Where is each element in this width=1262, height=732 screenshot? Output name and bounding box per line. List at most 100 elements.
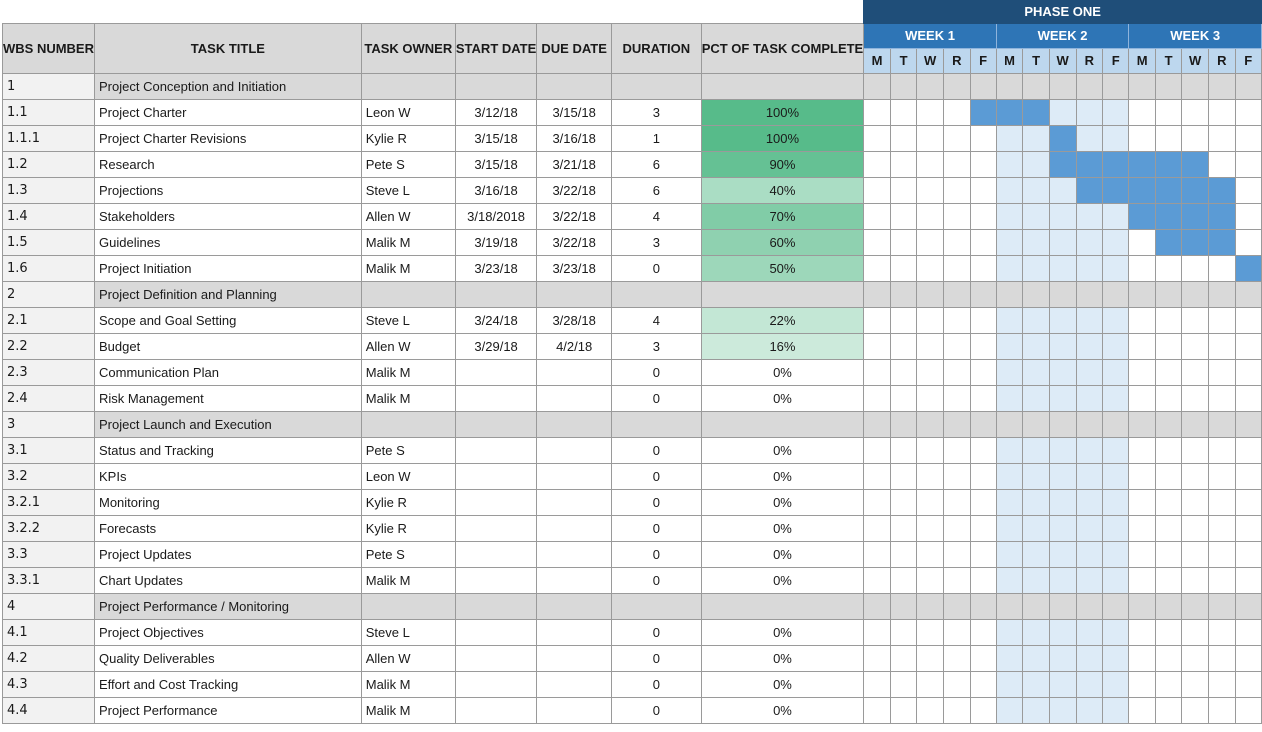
day-header[interactable]: F (1102, 47, 1130, 74)
gantt-cell[interactable] (1022, 670, 1050, 698)
cell-wbs[interactable]: 1.1.1 (2, 124, 95, 152)
gantt-cell[interactable] (943, 176, 971, 204)
gantt-cell[interactable] (916, 228, 945, 256)
gantt-cell[interactable] (863, 176, 891, 204)
gantt-cell[interactable] (1208, 280, 1236, 308)
cell-wbs[interactable]: 4.3 (2, 670, 95, 698)
gantt-cell[interactable] (1181, 436, 1210, 464)
cell-duration[interactable]: 0 (611, 254, 702, 282)
gantt-cell[interactable] (863, 540, 891, 568)
gantt-cell[interactable] (995, 280, 1024, 308)
gantt-cell[interactable] (1102, 488, 1130, 516)
gantt-cell[interactable] (943, 280, 971, 308)
cell-duration[interactable]: 0 (611, 644, 702, 672)
cell-duration[interactable]: 3 (611, 98, 702, 126)
cell-task-owner[interactable]: Allen W (360, 202, 456, 230)
gantt-cell[interactable] (1102, 436, 1130, 464)
cell-task-title[interactable]: Project Charter (94, 98, 362, 126)
gantt-cell[interactable] (995, 566, 1024, 594)
gantt-cell[interactable] (1022, 280, 1050, 308)
gantt-cell[interactable] (1022, 540, 1050, 568)
cell-task-title[interactable]: Quality Deliverables (94, 644, 362, 672)
cell-duration[interactable]: 0 (611, 358, 702, 386)
cell-due-date[interactable] (536, 514, 612, 542)
gantt-cell[interactable] (1075, 358, 1104, 386)
gantt-bar-cell[interactable] (1075, 176, 1104, 204)
cell-pct-complete[interactable]: 22% (700, 306, 865, 334)
cell-start-date[interactable] (454, 384, 538, 412)
gantt-cell[interactable] (889, 436, 918, 464)
cell-duration[interactable]: 0 (611, 514, 702, 542)
cell-due-date[interactable] (536, 436, 612, 464)
cell-duration[interactable]: 6 (611, 150, 702, 178)
gantt-cell[interactable] (916, 72, 945, 100)
gantt-cell[interactable] (889, 540, 918, 568)
gantt-cell[interactable] (943, 566, 971, 594)
gantt-cell[interactable] (1128, 436, 1156, 464)
gantt-cell[interactable] (969, 670, 997, 698)
cell-due-date[interactable]: 3/15/18 (536, 98, 612, 126)
cell-due-date[interactable]: 4/2/18 (536, 332, 612, 360)
cell-due-date[interactable] (536, 592, 612, 620)
gantt-cell[interactable] (1048, 462, 1077, 490)
gantt-cell[interactable] (995, 202, 1024, 230)
cell-wbs[interactable]: 1.4 (2, 202, 95, 230)
gantt-cell[interactable] (1075, 306, 1104, 334)
day-header[interactable]: T (889, 47, 918, 74)
gantt-cell[interactable] (863, 150, 891, 178)
gantt-cell[interactable] (1128, 228, 1156, 256)
cell-start-date[interactable]: 3/15/18 (454, 150, 538, 178)
gantt-cell[interactable] (1234, 98, 1262, 126)
gantt-cell[interactable] (1075, 670, 1104, 698)
gantt-cell[interactable] (1022, 254, 1050, 282)
gantt-cell[interactable] (1022, 176, 1050, 204)
gantt-cell[interactable] (916, 176, 945, 204)
cell-duration[interactable]: 3 (611, 332, 702, 360)
gantt-bar-cell[interactable] (1102, 176, 1130, 204)
gantt-cell[interactable] (1102, 280, 1130, 308)
header-duration[interactable]: DURATION (611, 22, 702, 74)
gantt-cell[interactable] (1048, 514, 1077, 542)
gantt-cell[interactable] (916, 384, 945, 412)
gantt-cell[interactable] (1022, 358, 1050, 386)
gantt-cell[interactable] (995, 124, 1024, 152)
gantt-cell[interactable] (943, 72, 971, 100)
gantt-cell[interactable] (1208, 514, 1236, 542)
gantt-cell[interactable] (995, 488, 1024, 516)
cell-task-title[interactable]: Projections (94, 176, 362, 204)
header-start-date[interactable]: START DATE (454, 22, 538, 74)
gantt-cell[interactable] (1048, 566, 1077, 594)
gantt-bar-cell[interactable] (1208, 176, 1236, 204)
cell-duration[interactable] (611, 72, 702, 100)
gantt-cell[interactable] (863, 566, 891, 594)
cell-pct-complete[interactable]: 0% (700, 436, 865, 464)
gantt-cell[interactable] (1075, 618, 1104, 646)
gantt-cell[interactable] (1102, 592, 1130, 620)
cell-duration[interactable]: 4 (611, 202, 702, 230)
cell-duration[interactable]: 0 (611, 618, 702, 646)
cell-start-date[interactable]: 3/24/18 (454, 306, 538, 334)
cell-task-title[interactable]: Project Objectives (94, 618, 362, 646)
gantt-cell[interactable] (863, 98, 891, 126)
gantt-cell[interactable] (1075, 124, 1104, 152)
cell-wbs[interactable]: 1.5 (2, 228, 95, 256)
gantt-cell[interactable] (889, 150, 918, 178)
day-header[interactable]: R (1075, 47, 1104, 74)
cell-pct-complete[interactable]: 0% (700, 540, 865, 568)
gantt-cell[interactable] (916, 358, 945, 386)
gantt-cell[interactable] (969, 358, 997, 386)
gantt-bar-cell[interactable] (1128, 202, 1156, 230)
cell-duration[interactable] (611, 280, 702, 308)
cell-wbs[interactable]: 3.1 (2, 436, 95, 464)
gantt-cell[interactable] (969, 592, 997, 620)
gantt-cell[interactable] (1181, 384, 1210, 412)
gantt-cell[interactable] (1022, 72, 1050, 100)
gantt-cell[interactable] (889, 124, 918, 152)
gantt-cell[interactable] (1208, 566, 1236, 594)
gantt-cell[interactable] (943, 618, 971, 646)
gantt-cell[interactable] (969, 540, 997, 568)
day-header[interactable]: T (1154, 47, 1183, 74)
cell-start-date[interactable] (454, 592, 538, 620)
gantt-cell[interactable] (1022, 488, 1050, 516)
cell-pct-complete[interactable]: 60% (700, 228, 865, 256)
